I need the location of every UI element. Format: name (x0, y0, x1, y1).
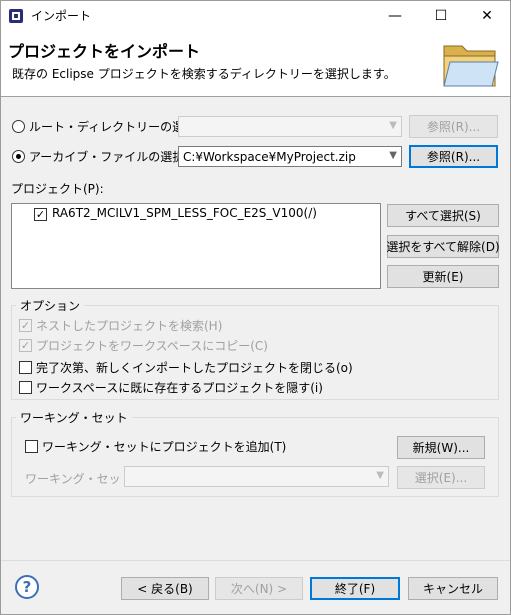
root-directory-combo: ▼ (178, 116, 402, 137)
options-group-label: オプション (16, 297, 85, 314)
search-nested-checkbox: ✓ (19, 319, 32, 332)
new-working-set-button[interactable]: 新規(W)... (397, 436, 485, 459)
close-imported-label[interactable]: 完了次第、新しくインポートしたプロジェクトを閉じる(o) (36, 359, 353, 376)
archive-file-combo[interactable]: C:¥Workspace¥MyProject.zip ▼ (178, 146, 402, 167)
cancel-button[interactable]: キャンセル (408, 577, 498, 600)
projects-label: プロジェクト(P): (11, 182, 104, 196)
copy-to-workspace-checkbox: ✓ (19, 339, 32, 352)
back-button[interactable]: < 戻る(B) (121, 577, 209, 600)
working-sets-combo: ▼ (124, 466, 389, 487)
hide-existing-label[interactable]: ワークスペースに既に存在するプロジェクトを隠す(i) (36, 379, 323, 396)
help-icon[interactable]: ? (15, 575, 39, 599)
page-title: プロジェクトをインポート (8, 42, 201, 61)
root-directory-radio[interactable] (12, 120, 25, 133)
project-name[interactable]: RA6T2_MCILV1_SPM_LESS_FOC_E2S_V100(/) (52, 206, 317, 220)
search-nested-label: ネストしたプロジェクトを検索(H) (36, 319, 223, 333)
project-checkbox[interactable]: ✓ (34, 208, 47, 221)
next-button: 次へ(N) > (215, 577, 303, 600)
chevron-down-icon: ▼ (376, 470, 384, 481)
add-to-working-set-label[interactable]: ワーキング・セットにプロジェクトを追加(T) (42, 438, 286, 455)
footer-divider (1, 560, 510, 561)
hide-existing-checkbox[interactable] (19, 381, 32, 394)
close-imported-checkbox[interactable] (19, 361, 32, 374)
archive-file-path: C:¥Workspace¥MyProject.zip (183, 150, 356, 164)
window-title: インポート (31, 9, 92, 23)
eclipse-app-icon (8, 8, 24, 24)
deselect-all-button[interactable]: 選択をすべて解除(D) (386, 235, 500, 258)
refresh-button[interactable]: 更新(E) (387, 265, 499, 288)
select-working-set-button: 選択(E)... (397, 466, 485, 489)
chevron-down-icon[interactable]: ▼ (389, 150, 397, 161)
finish-button[interactable]: 終了(F) (310, 577, 400, 600)
root-directory-browse-button: 参照(R)... (409, 115, 498, 138)
folder-import-icon (440, 36, 502, 90)
close-icon[interactable]: ✕ (464, 1, 510, 30)
select-all-button[interactable]: すべて選択(S) (387, 204, 499, 227)
copy-to-workspace-label: プロジェクトをワークスペースにコピー(C) (36, 339, 268, 353)
archive-file-radio[interactable] (12, 150, 25, 163)
chevron-down-icon: ▼ (389, 120, 397, 131)
page-description: 既存の Eclipse プロジェクトを検索するディレクトリーを選択します。 (12, 67, 396, 81)
add-to-working-set-checkbox[interactable] (25, 440, 38, 453)
archive-file-browse-button[interactable]: 参照(R)... (409, 145, 498, 168)
minimize-icon[interactable]: — (372, 1, 418, 30)
maximize-icon[interactable]: ☐ (418, 1, 464, 30)
working-sets-group-label: ワーキング・セット (16, 409, 132, 426)
